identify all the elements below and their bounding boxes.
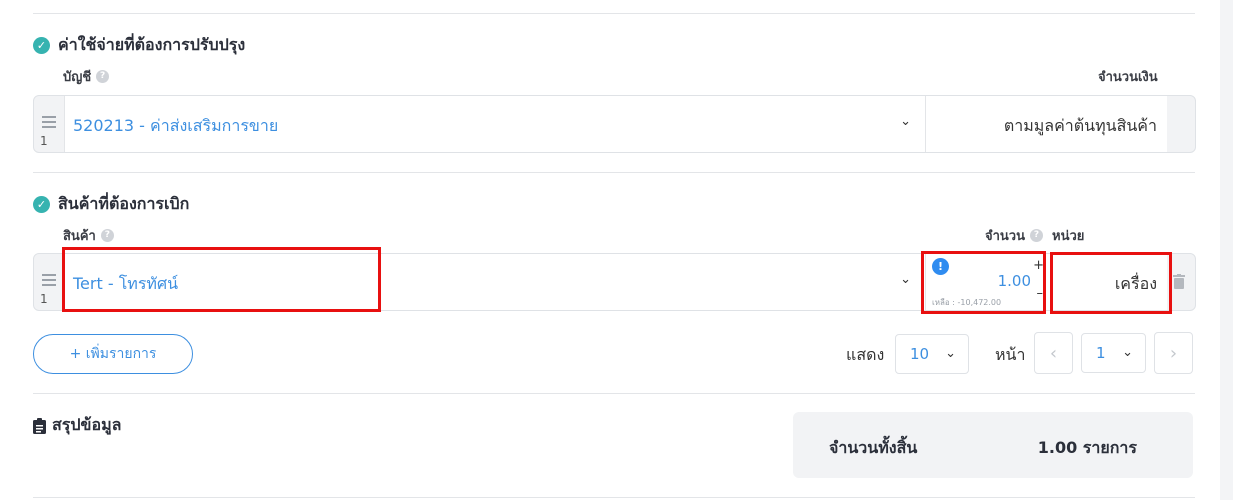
drag-handle-icon <box>42 116 56 128</box>
page-size-value: 10 <box>910 345 930 363</box>
highlight-box-product <box>62 247 381 312</box>
summary-box: จำนวนทั้งสิ้น 1.00 รายการ <box>793 412 1193 478</box>
help-icon[interactable]: ? <box>100 229 114 242</box>
help-icon[interactable]: ? <box>1030 229 1043 242</box>
summary-title-text: สรุปข้อมูล <box>52 415 122 434</box>
divider <box>33 13 1195 14</box>
check-circle-icon: ✓ <box>33 196 50 213</box>
total-value: 1.00 รายการ <box>1037 438 1137 457</box>
chevron-right-icon: › <box>1169 342 1178 364</box>
amount-field[interactable]: ตามมูลค่าต้นทุนสินค้า <box>925 96 1167 152</box>
product-label-text: สินค้า <box>63 229 96 244</box>
divider <box>33 497 1195 498</box>
form-card: ✓ ค่าใช้จ่ายที่ต้องการปรับปรุง บัญชี ? จ… <box>0 0 1220 500</box>
account-select[interactable]: 520213 - ค่าส่งเสริมการขาย ⌄ <box>64 96 925 152</box>
product-section-title: ✓ สินค้าที่ต้องการเบิก <box>33 192 189 217</box>
check-circle-icon: ✓ <box>33 37 50 54</box>
chevron-down-icon: ⌄ <box>900 114 911 129</box>
drag-handle[interactable]: 1 <box>34 254 64 310</box>
chevron-down-icon: ⌄ <box>900 272 911 287</box>
divider <box>33 172 1195 173</box>
amount-field-value: ตามมูลค่าต้นทุนสินค้า <box>1003 116 1157 135</box>
drag-handle[interactable]: 1 <box>34 96 64 152</box>
account-label: บัญชี ? <box>63 66 110 87</box>
product-section-title-text: สินค้าที่ต้องการเบิก <box>58 194 190 213</box>
show-label: แสดง <box>846 345 885 364</box>
chevron-left-icon: ‹ <box>1049 342 1058 364</box>
row-number: 1 <box>40 292 48 306</box>
highlight-box-qty <box>921 251 1046 314</box>
prev-page-button[interactable]: ‹ <box>1034 332 1073 374</box>
unit-label: หน่วย <box>1052 229 1085 244</box>
account-label-text: บัญชี <box>63 70 92 85</box>
adjust-section-title-text: ค่าใช้จ่ายที่ต้องการปรับปรุง <box>58 35 246 54</box>
clipboard-icon <box>33 417 46 434</box>
highlight-box-unit <box>1050 252 1172 314</box>
drag-handle-icon <box>42 274 56 286</box>
next-page-button[interactable]: › <box>1154 332 1193 374</box>
adjust-row: 1 520213 - ค่าส่งเสริมการขาย ⌄ ตามมูลค่า… <box>33 95 1196 153</box>
account-select-value: 520213 - ค่าส่งเสริมการขาย <box>73 116 279 135</box>
add-item-button[interactable]: + เพิ่มรายการ <box>33 334 193 374</box>
amount-label: จำนวนเงิน <box>1098 70 1158 85</box>
help-icon[interactable]: ? <box>96 70 110 83</box>
total-label: จำนวนทั้งสิ้น <box>829 438 918 457</box>
adjust-section-title: ✓ ค่าใช้จ่ายที่ต้องการปรับปรุง <box>33 33 245 58</box>
page-select-value: 1 <box>1096 344 1106 362</box>
qty-label: จำนวน ? <box>985 225 1043 246</box>
page-label: หน้า <box>995 345 1026 364</box>
trash-icon[interactable] <box>1173 274 1185 289</box>
page-select[interactable]: 1 ⌄ <box>1081 333 1146 373</box>
summary-title: สรุปข้อมูล <box>33 413 121 438</box>
chevron-down-icon: ⌄ <box>1122 345 1133 360</box>
chevron-down-icon: ⌄ <box>945 346 956 361</box>
product-label: สินค้า ? <box>63 225 114 246</box>
page-size-select[interactable]: 10 ⌄ <box>895 334 969 374</box>
divider <box>33 393 1195 394</box>
qty-label-text: จำนวน <box>985 229 1025 244</box>
row-number: 1 <box>40 134 48 148</box>
